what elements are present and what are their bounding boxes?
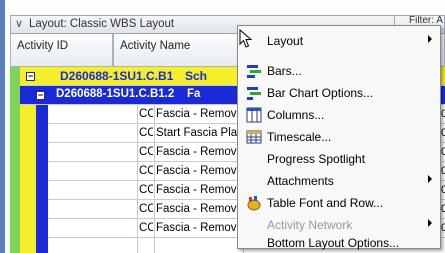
right-cell: 0 — [441, 184, 445, 196]
activity-name-cell: Fascia - Remove Pla — [156, 184, 243, 196]
activity-id-cell: CC — [139, 146, 153, 158]
activity-name-cell: Fascia - Remove Pla — [156, 146, 243, 158]
column-divider — [154, 105, 155, 253]
menu-item-attachments[interactable]: Attachments — [238, 170, 440, 192]
activity-id-cell: CC — [139, 222, 153, 234]
right-cell: 0 — [441, 222, 445, 234]
project-window: ∨ Layout: Classic WBS Layout Filter: A a… — [0, 0, 445, 253]
right-cell: 0 — [441, 203, 445, 215]
timescale-icon — [246, 130, 262, 144]
menu-item-bars[interactable]: Bars... — [238, 60, 440, 82]
activity-id-cell: CC — [139, 127, 153, 139]
layout-title: Layout: Classic WBS Layout — [29, 18, 175, 30]
context-menu: Layout Bars... Bar Chart Options... Colu… — [237, 25, 441, 250]
right-cell: 0 — [441, 108, 445, 120]
menu-item-label: Bars... — [267, 64, 302, 78]
bars-icon — [247, 65, 261, 78]
menu-item-columns[interactable]: Columns... — [238, 104, 440, 126]
mouse-cursor-icon — [239, 29, 253, 48]
collapse-toggle-icon[interactable]: − — [26, 72, 35, 81]
wbs-indent-stripe — [10, 67, 20, 86]
menu-item-layout[interactable]: Layout — [238, 30, 440, 52]
menu-item-label: Timescale... — [267, 130, 332, 144]
column-divider — [137, 105, 138, 253]
menu-item-bottom-layout-options[interactable]: Bottom Layout Options... — [238, 232, 440, 253]
menu-item-progress-spotlight[interactable]: Progress Spotlight — [238, 148, 440, 170]
menu-item-label: Progress Spotlight — [267, 152, 366, 166]
column-header-activity-id[interactable]: Activity ID — [10, 34, 113, 67]
columns-icon — [246, 107, 262, 123]
activity-name-cell: Fascia - Remove Pai — [156, 108, 243, 120]
collapse-toggle-icon[interactable]: − — [36, 91, 45, 100]
wbs-name: Fa — [187, 88, 201, 100]
menu-item-bar-chart-options[interactable]: Bar Chart Options... — [238, 82, 440, 104]
activity-name-cell: Fascia - Remove Pla — [156, 222, 243, 234]
menu-item-label: Activity Network — [267, 218, 353, 232]
submenu-arrow-icon — [428, 219, 432, 227]
chevron-down-icon[interactable]: ∨ — [15, 17, 23, 30]
activity-id-cell: CC — [139, 108, 153, 120]
wbs-code: D260688-1SU1.C.B1 — [60, 69, 174, 83]
menu-item-table-font-and-row[interactable]: Table Font and Row... — [238, 192, 440, 214]
wbs-code: D260688-1SU1.C.B1.2 — [56, 88, 175, 100]
column-header-activity-name[interactable]: Activity Name — [113, 34, 243, 67]
wbs-indent-stripe — [10, 86, 20, 253]
bar-chart-options-icon — [247, 87, 261, 100]
menu-item-label: Table Font and Row... — [267, 196, 384, 210]
right-cell: 0 — [441, 165, 445, 177]
activity-name-cell: Fascia - Remove Pai — [156, 203, 243, 215]
menu-item-label: Bottom Layout Options... — [267, 236, 400, 250]
wbs-indent-stripe — [36, 105, 48, 253]
wbs-indent-stripe — [20, 105, 36, 253]
activity-id-cell: CC — [139, 165, 153, 177]
window-border — [0, 0, 5, 253]
menu-item-label: Bar Chart Options... — [267, 86, 374, 100]
table-font-icon — [247, 196, 261, 211]
wbs-name: Sch — [185, 69, 208, 83]
right-cell: 0 — [441, 127, 445, 139]
submenu-arrow-icon — [428, 175, 432, 183]
menu-item-label: Columns... — [267, 108, 325, 122]
activity-id-cell: CC — [139, 203, 153, 215]
right-cell: 0 — [441, 146, 445, 158]
activity-id-cell: CC — [139, 184, 153, 196]
submenu-arrow-icon — [428, 35, 432, 43]
activity-name-cell: Start Fascia Plate Re — [156, 127, 243, 139]
menu-item-label: Layout — [267, 34, 304, 48]
menu-item-timescale[interactable]: Timescale... — [238, 126, 440, 148]
menu-item-label: Attachments — [267, 174, 334, 188]
activity-name-cell: Fascia - Remove Pai — [156, 165, 243, 177]
